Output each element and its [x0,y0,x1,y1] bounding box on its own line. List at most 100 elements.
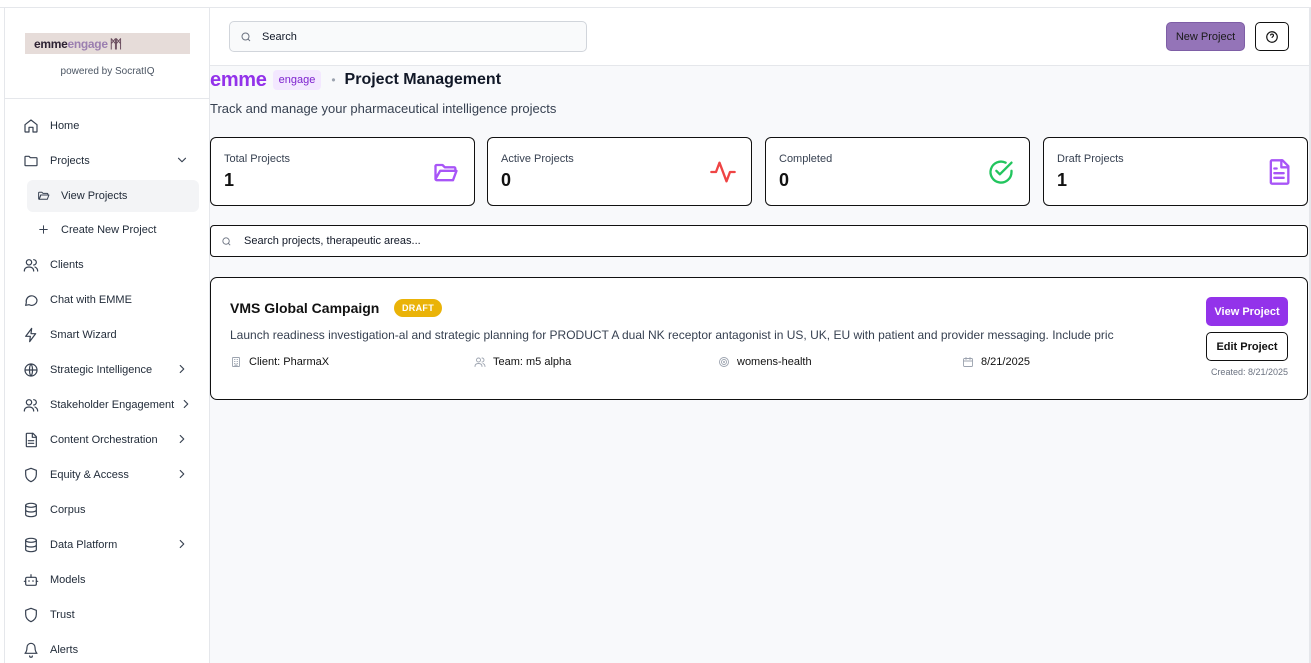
sidebar-item-label: View Projects [61,190,128,202]
shield-icon [22,466,40,484]
sidebar-nav: Home Projects View Projects Create New P… [5,99,209,663]
database-icon [22,536,40,554]
stat-card-total-projects: Total Projects 1 [210,137,475,206]
brand-name: emme [210,68,267,91]
users-icon [22,256,40,274]
sidebar-item-strategic-intelligence[interactable]: Strategic Intelligence [5,352,209,387]
project-card[interactable]: VMS Global Campaign DRAFT Launch readine… [210,277,1308,400]
plus-icon [37,223,51,237]
sidebar-item-label: Clients [50,258,84,271]
search-icon [241,32,251,41]
chevron-right-icon[interactable] [179,397,193,411]
sidebar-item-projects[interactable]: Projects [5,143,209,178]
page-heading: emme engage • Project Management [210,68,501,92]
users-icon [22,396,40,414]
status-badge: DRAFT [394,299,442,317]
sidebar-item-create-new-project[interactable]: Create New Project [27,214,199,246]
chat-icon [22,291,40,309]
view-project-button[interactable]: View Project [1206,297,1288,326]
chevron-right-icon[interactable] [175,432,189,446]
sidebar-item-stakeholder-engagement[interactable]: Stakeholder Engagement [5,387,209,422]
file-text-icon [1265,158,1293,186]
help-button[interactable] [1255,22,1289,51]
project-team: Team: m5 alpha [474,356,571,368]
shield-icon [22,606,40,624]
sidebar-item-alerts[interactable]: Alerts [5,632,209,663]
chevron-right-icon[interactable] [175,362,189,376]
created-date: Created: 8/21/2025 [1210,367,1288,377]
area-label: womens-health [737,356,812,368]
sidebar-item-home[interactable]: Home [5,108,209,143]
window-top-strip [0,0,1311,8]
search-input[interactable] [262,30,562,43]
building-icon [232,357,240,367]
chevron-right-icon[interactable] [175,467,189,481]
sidebar-item-label: Stakeholder Engagement [50,398,175,411]
sidebar: emme engage ᛗᛗ powered by SocratIQ Home Pr… [4,8,210,663]
sidebar-item-smart-wizard[interactable]: Smart Wizard [5,317,209,352]
logo-text-emme: emme [34,36,68,51]
globe-icon [22,361,40,379]
sidebar-item-clients[interactable]: Clients [5,247,209,282]
page-subtitle: Track and manage your pharmaceutical int… [210,101,557,116]
target-icon [719,357,729,367]
users-icon [474,357,486,367]
project-search-input[interactable] [244,235,1144,247]
sidebar-item-chat-with-emme[interactable]: Chat with EMME [5,282,209,317]
bell-icon [22,641,40,659]
check-circle-icon [987,158,1015,186]
sidebar-item-models[interactable]: Models [5,562,209,597]
logo-mark-icon: ᛗᛗ [109,36,122,51]
sidebar-item-label: Projects [50,154,90,167]
project-description: Launch readiness investigation-al and st… [230,328,1114,342]
stat-value: 1 [1057,170,1068,190]
search-icon [222,236,231,245]
chevron-down-icon[interactable] [175,153,189,167]
stat-value: 0 [501,170,512,190]
date-label: 8/21/2025 [981,356,1030,368]
stat-card-draft-projects: Draft Projects 1 [1043,137,1308,206]
bot-icon [22,571,40,589]
engage-badge: engage [272,70,322,90]
sidebar-item-data-platform[interactable]: Data Platform [5,527,209,562]
folder-open-icon [432,158,460,186]
new-project-button[interactable]: New Project [1166,22,1245,51]
sidebar-item-label: Equity & Access [50,468,129,481]
stat-label: Draft Projects [1057,153,1124,165]
global-search[interactable] [229,21,587,52]
project-search[interactable] [210,225,1308,257]
stat-card-active-projects: Active Projects 0 [487,137,752,206]
sidebar-item-equity-access[interactable]: Equity & Access [5,457,209,492]
edit-project-button[interactable]: Edit Project [1206,332,1288,361]
sidebar-item-label: Strategic Intelligence [50,363,153,376]
stat-card-completed: Completed 0 [765,137,1030,206]
main-content: New Project emme engage • Project Manage… [210,8,1309,663]
sidebar-item-view-projects[interactable]: View Projects [27,180,199,212]
sidebar-item-trust[interactable]: Trust [5,597,209,632]
sidebar-item-label: Trust [50,608,75,621]
sidebar-item-label: Content Orchestration [50,433,158,446]
page-title: Project Management [344,71,502,88]
logo[interactable]: emme engage ᛗᛗ [25,33,190,54]
client-label: Client: PharmaX [249,356,330,368]
folder-icon [22,152,40,170]
powered-by-text: powered by SocratIQ [60,66,155,77]
chevron-right-icon[interactable] [175,537,189,551]
sidebar-item-label: Data Platform [50,538,118,551]
sidebar-item-content-orchestration[interactable]: Content Orchestration [5,422,209,457]
stat-label: Completed [779,153,833,165]
project-therapeutic-area: womens-health [718,356,812,368]
sidebar-item-corpus[interactable]: Corpus [5,492,209,527]
sidebar-item-label: Alerts [50,643,79,656]
top-bar: New Project [210,8,1309,66]
calendar-icon [963,357,973,367]
project-client: Client: PharmaX [230,356,329,368]
project-title[interactable]: VMS Global Campaign [230,300,379,316]
activity-icon [709,158,737,186]
sidebar-item-label: Corpus [50,503,86,516]
stat-label: Total Projects [224,153,291,165]
zap-icon [22,326,40,344]
sidebar-item-label: Chat with EMME [50,293,132,306]
database-icon [22,501,40,519]
project-date: 8/21/2025 [962,356,1030,368]
